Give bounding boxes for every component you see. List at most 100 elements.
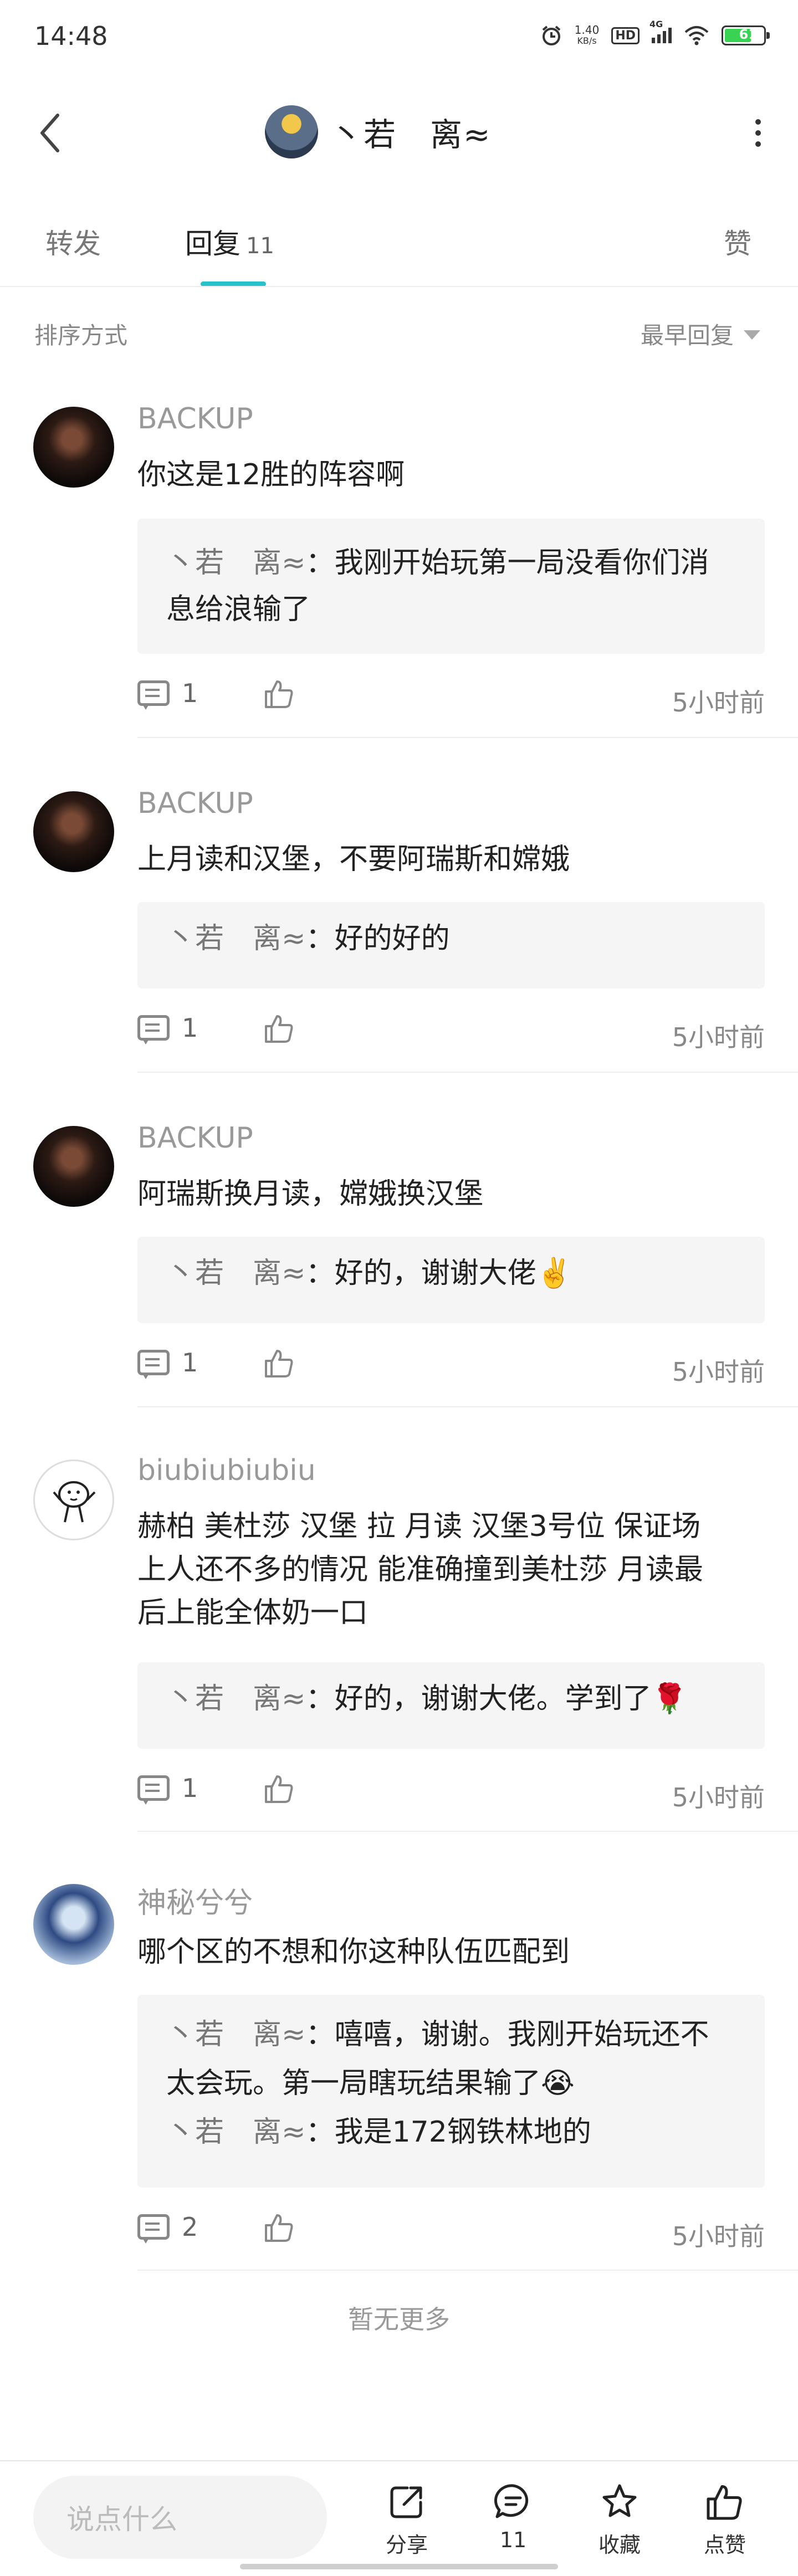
thumbs-up-icon[interactable] <box>264 1348 295 1379</box>
tab-label: 转发 <box>45 228 101 260</box>
comment-text-line: 上人还不多的情况 能准确撞到美杜莎 月读最 <box>137 1553 704 1586</box>
back-button[interactable] <box>33 111 66 155</box>
hd-icon: HD <box>611 27 640 44</box>
reply-count: 1 <box>182 1773 198 1803</box>
comment-text[interactable]: 你这是12胜的阵容啊 <box>137 453 764 496</box>
reply-username[interactable]: 丶若 离≈ <box>166 2018 306 2051</box>
comment-time: 5小时前 <box>672 688 765 718</box>
more-options-button[interactable] <box>747 116 769 150</box>
net-speed: 1.40 KB/s <box>575 24 600 47</box>
comment-text[interactable]: 阿瑞斯换月读，嫦娥换汉堡 <box>137 1172 764 1216</box>
reply-count: 1 <box>182 1348 198 1377</box>
comment-username[interactable]: biubiubiubiu <box>137 1454 316 1487</box>
reply-box[interactable]: 丶若 离≈：好的好的 <box>137 902 765 989</box>
comment-text[interactable]: 赫柏 美杜莎 汉堡 拉 月读 汉堡3号位 保证场 上人还不多的情况 能准确撞到美… <box>137 1505 764 1635</box>
thumbs-up-icon[interactable] <box>264 1013 295 1044</box>
reply-button[interactable]: 1 <box>137 1348 198 1379</box>
comment-input[interactable]: 说点什么 <box>33 2476 327 2559</box>
reply-box[interactable]: 丶若 离≈：我刚开始玩第一局没看你们消 息给浪输了 <box>137 519 765 654</box>
comment-text[interactable]: 哪个区的不想和你这种队伍匹配到 <box>137 1930 764 1974</box>
thumbs-up-icon[interactable] <box>264 2212 295 2243</box>
reply-text: ：好的好的 <box>305 922 450 955</box>
thumbs-up-icon[interactable] <box>264 1773 295 1804</box>
comment-icon <box>137 1350 170 1379</box>
comment-time: 5小时前 <box>672 1357 765 1387</box>
comment-time: 5小时前 <box>672 1022 765 1052</box>
reply-box[interactable]: 丶若 离≈：好的，谢谢大佬。学到了🌹 <box>137 1662 765 1749</box>
divider <box>137 1406 798 1407</box>
sort-dropdown[interactable]: 最早回复 <box>641 317 760 351</box>
comment-input-placeholder: 说点什么 <box>66 2503 177 2536</box>
battery-level: 61 <box>739 27 758 42</box>
header-user[interactable]: 丶若 离≈ <box>265 105 492 158</box>
reply-text: ：我是172钢铁林地的 <box>305 2116 591 2149</box>
comment-username[interactable]: 神秘兮兮 <box>137 1879 253 1921</box>
thumbs-up-icon <box>707 2485 742 2520</box>
comments-button[interactable]: 11 <box>480 2482 546 2552</box>
comment-text-line: 后上能全体奶一口 <box>137 1596 369 1630</box>
favorite-label: 收藏 <box>598 2533 641 2557</box>
reply-button[interactable]: 1 <box>137 678 198 710</box>
reply-button[interactable]: 2 <box>137 2212 198 2244</box>
wifi-icon <box>684 26 709 45</box>
favorite-button[interactable]: 收藏 <box>586 2482 653 2558</box>
comment-actions: 1 5小时前 <box>137 1773 765 1812</box>
net-speed-value: 1.40 <box>574 23 600 37</box>
chevron-left-icon <box>40 114 59 152</box>
avatar[interactable] <box>265 105 318 158</box>
reply-line: 丶若 离≈：我是172钢铁林地的 <box>166 2108 736 2157</box>
comment-icon <box>137 2214 170 2244</box>
reply-line: 丶若 离≈：嘻嘻，谢谢。我刚开始玩还不 <box>166 2010 736 2059</box>
avatar[interactable] <box>33 1126 114 1207</box>
share-label: 分享 <box>385 2533 428 2557</box>
reply-text: ：嘻嘻，谢谢。我刚开始玩还不 <box>305 2018 709 2051</box>
reply-username[interactable]: 丶若 离≈ <box>166 2116 306 2149</box>
comment-actions: 1 5小时前 <box>137 1013 765 1052</box>
page-title: 丶若 离≈ <box>330 116 492 153</box>
comment-icon <box>137 1775 170 1805</box>
tab-count: 11 <box>246 233 274 259</box>
comment-username[interactable]: BACKUP <box>137 1121 253 1155</box>
comment-username[interactable]: BACKUP <box>137 402 253 436</box>
like-button[interactable]: 点赞 <box>692 2482 758 2558</box>
reply-username[interactable]: 丶若 离≈ <box>166 546 306 580</box>
reply-username[interactable]: 丶若 离≈ <box>166 1257 306 1290</box>
avatar[interactable] <box>33 791 114 872</box>
comment-text[interactable]: 上月读和汉堡，不要阿瑞斯和嫦娥 <box>137 838 764 881</box>
thumbs-up-icon[interactable] <box>264 678 295 709</box>
avatar[interactable] <box>33 1459 114 1540</box>
tab-likes[interactable]: 赞 <box>724 222 751 262</box>
reply-count: 1 <box>182 1013 198 1043</box>
share-button[interactable]: 分享 <box>374 2482 440 2558</box>
reply-box[interactable]: 丶若 离≈：好的，谢谢大佬✌️ <box>137 1237 765 1323</box>
comment-count: 11 <box>499 2528 527 2552</box>
avatar[interactable] <box>33 1884 114 1965</box>
reply-line: 丶若 离≈：好的，谢谢大佬✌️ <box>166 1249 736 1298</box>
home-indicator[interactable] <box>240 2564 558 2569</box>
reply-username[interactable]: 丶若 离≈ <box>166 922 306 955</box>
doodle-avatar-icon <box>53 1481 96 1523</box>
no-more-label: 暂无更多 <box>348 2304 450 2334</box>
reply-text: ：我刚开始玩第一局没看你们消 <box>305 546 709 580</box>
reply-line: 丶若 离≈：好的好的 <box>166 914 736 963</box>
comment-actions: 2 5小时前 <box>137 2212 765 2251</box>
alarm-icon <box>542 25 561 45</box>
comment-icon <box>137 1015 170 1044</box>
reply-box[interactable]: 丶若 离≈：嘻嘻，谢谢。我刚开始玩还不 太会玩。第一局瞎玩结果输了😭 丶若 离≈… <box>137 1995 765 2188</box>
tab-label: 赞 <box>724 228 751 260</box>
reply-count: 1 <box>182 678 198 708</box>
comment-time: 5小时前 <box>672 1783 765 1812</box>
tab-replies[interactable]: 回复 11 <box>185 222 274 262</box>
battery-icon: 61 <box>722 25 770 45</box>
status-time: 14:48 <box>34 21 108 51</box>
reply-username[interactable]: 丶若 离≈ <box>166 1682 306 1715</box>
reply-button[interactable]: 1 <box>137 1013 198 1044</box>
sort-value: 最早回复 <box>640 322 734 349</box>
reply-button[interactable]: 1 <box>137 1773 198 1805</box>
tab-repost[interactable]: 转发 <box>45 222 101 262</box>
comment-username[interactable]: BACKUP <box>137 787 253 820</box>
reply-count: 2 <box>182 2212 198 2242</box>
reply-text: ：好的，谢谢大佬。学到了🌹 <box>305 1682 688 1715</box>
comment-bubble-icon <box>494 2484 529 2518</box>
avatar[interactable] <box>33 407 114 488</box>
